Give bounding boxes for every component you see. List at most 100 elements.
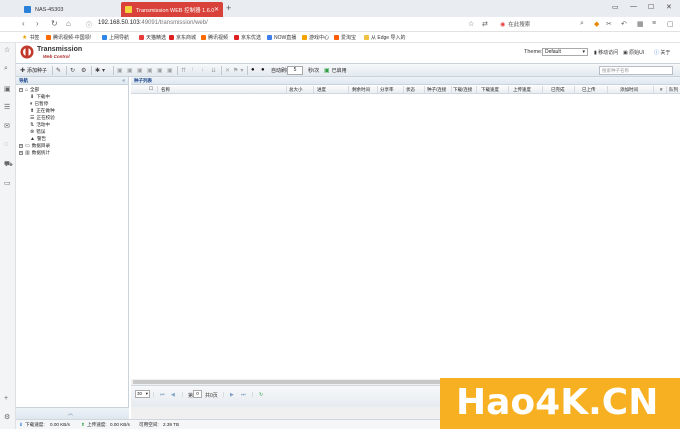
nav-item-data-folders[interactable]: + ▭ 数据目录 [19, 143, 50, 149]
reload-icon[interactable]: ↻ [51, 19, 58, 28]
search-icon[interactable]: ⌕ [580, 20, 584, 28]
pin-button[interactable]: ✎ [56, 67, 63, 74]
game-icon[interactable]: ◆ [594, 20, 599, 28]
cart-icon[interactable]: ⛟ [4, 160, 13, 169]
search-icon[interactable]: ⌕ [4, 65, 8, 73]
bookmark-item[interactable]: 京东商城 [169, 34, 196, 41]
browser-tab-transmission[interactable]: Transmission WEB 控制器 1.6.0 ✕ [121, 2, 223, 17]
scissors-icon[interactable]: ✂ [606, 20, 612, 28]
add-icon[interactable]: + [4, 395, 8, 402]
new-tab-button[interactable]: + [226, 3, 231, 13]
column-added-time[interactable]: 添加时间 [620, 87, 638, 93]
nav-item-downloading[interactable]: ⬇ 下载中 [30, 94, 50, 100]
column-queue[interactable]: 队列 [669, 87, 678, 93]
queue-top-button[interactable]: ⇈ [181, 67, 188, 74]
browser-tab-nas[interactable]: NAS-45303 [20, 2, 120, 17]
nav-item-checking[interactable]: ☰ 正在校验 [30, 115, 55, 121]
original-ui-link[interactable]: ▣ 原始UI [623, 49, 644, 56]
bookmark-item[interactable]: 京东优选 [234, 34, 261, 41]
forward-icon[interactable]: › [36, 19, 39, 28]
column-completed[interactable]: 已完成 [551, 87, 565, 93]
column-peers[interactable]: 下载/连接 [453, 87, 472, 93]
nav-item-statistics[interactable]: + ▥ 数据统计 [19, 150, 50, 156]
queue-down-button[interactable]: ↓ [201, 67, 206, 73]
minimize-window-icon[interactable]: — [630, 3, 637, 10]
page-size-select[interactable]: 30 ▾ [135, 390, 150, 398]
last-page-icon[interactable]: ⏭ [241, 392, 246, 398]
add-torrent-button[interactable]: ✚ 添加种子 [20, 67, 47, 74]
expand-down-icon[interactable]: ︽ [68, 410, 73, 417]
column-status[interactable]: 状态 [406, 87, 415, 93]
expand-node-icon[interactable]: + [19, 151, 23, 155]
recheck-button[interactable]: ▣ [137, 67, 145, 74]
column-name[interactable]: 名称 [161, 87, 170, 93]
bookmark-item[interactable]: 上网导航 [102, 34, 129, 41]
remove-button[interactable]: ✕ [225, 67, 232, 74]
search-box[interactable]: ◉ 在此搜索 [500, 19, 560, 29]
prev-page-icon[interactable]: ◀ [171, 392, 175, 398]
restore-window-icon[interactable]: ▭ [612, 3, 619, 11]
close-tab-icon[interactable]: ✕ [214, 6, 219, 13]
settings-icon[interactable]: ⚙ [4, 413, 10, 421]
refresh-page-icon[interactable]: ↻ [259, 392, 263, 398]
star-icon[interactable]: ☆ [4, 46, 10, 54]
home-icon[interactable]: ⌂ [66, 19, 71, 28]
first-page-icon[interactable]: ⏮ [160, 392, 165, 398]
page-number-input[interactable]: 0 [193, 390, 202, 398]
column-size[interactable]: 总大小 [289, 87, 303, 93]
screen-icon[interactable]: ▭ [4, 179, 11, 187]
nav-item-paused[interactable]: ⏸ 已暂停 [30, 101, 48, 107]
collapse-left-icon[interactable]: « [122, 77, 125, 85]
rename-button[interactable]: ▣ [167, 67, 175, 74]
chat-icon[interactable]: ◌ [4, 141, 8, 148]
pause-button[interactable]: ▣ [127, 67, 135, 74]
start-button[interactable]: ▣ [117, 67, 125, 74]
mobile-access-link[interactable]: ▮ 移动访问 [594, 49, 618, 56]
bookmark-item[interactable]: 腾讯视频-中国领! [46, 34, 91, 41]
nav-item-error[interactable]: ⊗ 错误 [30, 129, 45, 135]
collapse-node-icon[interactable]: − [19, 88, 23, 92]
translate-icon[interactable]: ⇄ [482, 20, 488, 28]
expand-node-icon[interactable]: + [19, 144, 23, 148]
list-icon[interactable]: ☰ [4, 103, 10, 111]
refresh-button[interactable]: ↻ [70, 67, 77, 74]
settings-button[interactable]: ⚙ [81, 67, 88, 74]
bookmark-item[interactable]: 天猫精选 [139, 34, 166, 41]
nav-item-seeding[interactable]: ⬆ 正在做种 [30, 108, 55, 114]
extension-icon[interactable]: ▢ [667, 20, 674, 28]
maximize-window-icon[interactable]: ☐ [648, 3, 654, 11]
theme-select[interactable]: Default ▾ [542, 48, 588, 56]
bookmark-item[interactable]: 游戏中心 [302, 34, 329, 41]
menu-icon[interactable]: ≡ [652, 20, 656, 27]
column-ratio[interactable]: 分享率 [380, 87, 394, 93]
nav-item-warning[interactable]: ▲ 警告 [30, 136, 46, 142]
favorite-star-icon[interactable]: ☆ [468, 20, 474, 28]
bookmark-folder[interactable]: 从 Edge 导入的 [364, 34, 405, 41]
torrent-search-input[interactable]: 搜索种子名称 [599, 66, 673, 75]
url-field[interactable]: 192.168.50.103:49091/transmission/web/ [98, 20, 208, 26]
grid-apps-icon[interactable]: ▦ [637, 20, 644, 28]
bookmark-item[interactable]: NOW直播 [267, 34, 296, 41]
column-download-speed[interactable]: 下载速度 [481, 87, 499, 93]
nav-item-all[interactable]: − ⌂ 全部 [19, 87, 39, 93]
select-all-checkbox[interactable]: ☐ [149, 86, 153, 92]
queue-up-button[interactable]: ↑ [191, 67, 196, 73]
about-link[interactable]: ⓘ 关于 [654, 49, 670, 56]
queue-bottom-button[interactable]: ⇊ [211, 67, 218, 74]
reannounce-button[interactable]: ▣ [147, 67, 155, 74]
stop-all-button[interactable]: ● [261, 67, 267, 73]
column-upload-speed[interactable]: 上传速度 [513, 87, 531, 93]
site-info-icon[interactable]: ⓘ [86, 20, 92, 29]
auto-refresh-interval-input[interactable]: 5 [287, 66, 303, 75]
column-remaining-time[interactable]: 剩余时间 [352, 87, 370, 93]
nav-item-active[interactable]: ⇅ 活动中 [30, 122, 50, 128]
start-all-button[interactable]: ● [251, 67, 257, 73]
plugin-menu-button[interactable]: ✱ ▾ [95, 67, 107, 74]
column-index[interactable]: # [660, 87, 663, 92]
bookmark-item[interactable]: 爱淘宝 [334, 34, 356, 41]
bookmark-item[interactable]: ★ 书签 [22, 34, 39, 41]
column-progress[interactable]: 进度 [317, 87, 326, 93]
mail-icon[interactable]: ✉ [4, 122, 10, 130]
label-button[interactable]: ⚑ ▾ [233, 67, 245, 74]
next-page-icon[interactable]: ▶ [230, 392, 234, 398]
